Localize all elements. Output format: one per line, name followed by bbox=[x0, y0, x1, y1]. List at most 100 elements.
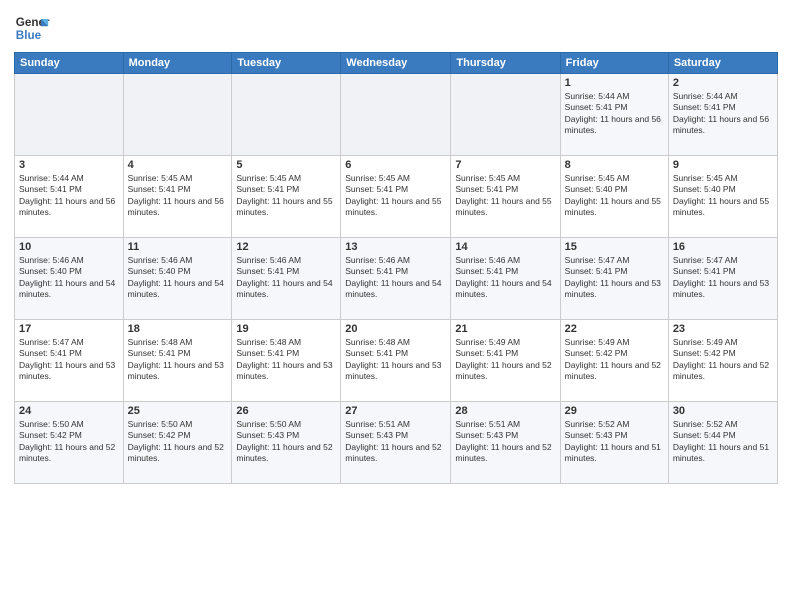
day-info: Sunrise: 5:49 AMSunset: 5:42 PMDaylight:… bbox=[673, 337, 773, 383]
day-info: Sunrise: 5:45 AMSunset: 5:41 PMDaylight:… bbox=[236, 173, 336, 219]
day-number: 19 bbox=[236, 323, 336, 335]
weekday-saturday: Saturday bbox=[668, 53, 777, 74]
day-info: Sunrise: 5:46 AMSunset: 5:40 PMDaylight:… bbox=[128, 255, 228, 301]
day-number: 30 bbox=[673, 405, 773, 417]
calendar-cell bbox=[15, 74, 124, 156]
day-number: 3 bbox=[19, 159, 119, 171]
day-number: 21 bbox=[455, 323, 555, 335]
week-row-2: 3 Sunrise: 5:44 AMSunset: 5:41 PMDaylight… bbox=[15, 156, 778, 238]
day-number: 12 bbox=[236, 241, 336, 253]
day-info: Sunrise: 5:46 AMSunset: 5:41 PMDaylight:… bbox=[236, 255, 336, 301]
weekday-sunday: Sunday bbox=[15, 53, 124, 74]
weekday-header-row: SundayMondayTuesdayWednesdayThursdayFrid… bbox=[15, 53, 778, 74]
day-number: 16 bbox=[673, 241, 773, 253]
calendar-container: General Blue SundayMondayTuesdayWednesda… bbox=[0, 0, 792, 492]
calendar-cell: 20 Sunrise: 5:48 AMSunset: 5:41 PMDayligh… bbox=[341, 320, 451, 402]
day-info: Sunrise: 5:48 AMSunset: 5:41 PMDaylight:… bbox=[128, 337, 228, 383]
calendar-cell: 30 Sunrise: 5:52 AMSunset: 5:44 PMDayligh… bbox=[668, 402, 777, 484]
day-number: 7 bbox=[455, 159, 555, 171]
week-row-5: 24 Sunrise: 5:50 AMSunset: 5:42 PMDayligh… bbox=[15, 402, 778, 484]
header: General Blue bbox=[14, 10, 778, 46]
calendar-cell: 1 Sunrise: 5:44 AMSunset: 5:41 PMDaylight… bbox=[560, 74, 668, 156]
day-number: 15 bbox=[565, 241, 664, 253]
day-info: Sunrise: 5:49 AMSunset: 5:41 PMDaylight:… bbox=[455, 337, 555, 383]
day-info: Sunrise: 5:52 AMSunset: 5:44 PMDaylight:… bbox=[673, 419, 773, 465]
day-number: 2 bbox=[673, 77, 773, 89]
calendar-cell: 8 Sunrise: 5:45 AMSunset: 5:40 PMDaylight… bbox=[560, 156, 668, 238]
day-info: Sunrise: 5:45 AMSunset: 5:41 PMDaylight:… bbox=[128, 173, 228, 219]
day-number: 22 bbox=[565, 323, 664, 335]
day-info: Sunrise: 5:46 AMSunset: 5:41 PMDaylight:… bbox=[455, 255, 555, 301]
logo-icon: General Blue bbox=[14, 10, 50, 46]
day-info: Sunrise: 5:50 AMSunset: 5:43 PMDaylight:… bbox=[236, 419, 336, 465]
calendar-cell: 10 Sunrise: 5:46 AMSunset: 5:40 PMDayligh… bbox=[15, 238, 124, 320]
day-number: 14 bbox=[455, 241, 555, 253]
calendar-cell: 21 Sunrise: 5:49 AMSunset: 5:41 PMDayligh… bbox=[451, 320, 560, 402]
day-number: 13 bbox=[345, 241, 446, 253]
week-row-4: 17 Sunrise: 5:47 AMSunset: 5:41 PMDayligh… bbox=[15, 320, 778, 402]
day-number: 10 bbox=[19, 241, 119, 253]
day-number: 5 bbox=[236, 159, 336, 171]
calendar-cell: 22Sunrise: 5:49 AMSunset: 5:42 PMDayligh… bbox=[560, 320, 668, 402]
day-info: Sunrise: 5:48 AMSunset: 5:41 PMDaylight:… bbox=[236, 337, 336, 383]
calendar-cell: 29Sunrise: 5:52 AMSunset: 5:43 PMDayligh… bbox=[560, 402, 668, 484]
day-number: 25 bbox=[128, 405, 228, 417]
day-info: Sunrise: 5:44 AMSunset: 5:41 PMDaylight:… bbox=[19, 173, 119, 219]
day-info: Sunrise: 5:47 AMSunset: 5:41 PMDaylight:… bbox=[673, 255, 773, 301]
calendar-cell: 11Sunrise: 5:46 AMSunset: 5:40 PMDayligh… bbox=[123, 238, 232, 320]
weekday-thursday: Thursday bbox=[451, 53, 560, 74]
calendar-cell: 27 Sunrise: 5:51 AMSunset: 5:43 PMDayligh… bbox=[341, 402, 451, 484]
day-number: 29 bbox=[565, 405, 664, 417]
calendar-cell: 13Sunrise: 5:46 AMSunset: 5:41 PMDayligh… bbox=[341, 238, 451, 320]
calendar-cell: 25 Sunrise: 5:50 AMSunset: 5:42 PMDayligh… bbox=[123, 402, 232, 484]
day-info: Sunrise: 5:50 AMSunset: 5:42 PMDaylight:… bbox=[128, 419, 228, 465]
day-info: Sunrise: 5:45 AMSunset: 5:40 PMDaylight:… bbox=[565, 173, 664, 219]
day-number: 28 bbox=[455, 405, 555, 417]
day-number: 20 bbox=[345, 323, 446, 335]
day-info: Sunrise: 5:44 AMSunset: 5:41 PMDaylight:… bbox=[673, 91, 773, 137]
calendar-table: SundayMondayTuesdayWednesdayThursdayFrid… bbox=[14, 52, 778, 484]
calendar-cell: 3 Sunrise: 5:44 AMSunset: 5:41 PMDaylight… bbox=[15, 156, 124, 238]
day-number: 1 bbox=[565, 77, 664, 89]
svg-text:Blue: Blue bbox=[16, 29, 42, 42]
day-info: Sunrise: 5:46 AMSunset: 5:40 PMDaylight:… bbox=[19, 255, 119, 301]
day-number: 9 bbox=[673, 159, 773, 171]
day-info: Sunrise: 5:45 AMSunset: 5:41 PMDaylight:… bbox=[455, 173, 555, 219]
calendar-cell: 26 Sunrise: 5:50 AMSunset: 5:43 PMDayligh… bbox=[232, 402, 341, 484]
day-info: Sunrise: 5:45 AMSunset: 5:41 PMDaylight:… bbox=[345, 173, 446, 219]
day-number: 26 bbox=[236, 405, 336, 417]
day-info: Sunrise: 5:45 AMSunset: 5:40 PMDaylight:… bbox=[673, 173, 773, 219]
calendar-cell: 6 Sunrise: 5:45 AMSunset: 5:41 PMDaylight… bbox=[341, 156, 451, 238]
calendar-cell: 17 Sunrise: 5:47 AMSunset: 5:41 PMDayligh… bbox=[15, 320, 124, 402]
day-number: 6 bbox=[345, 159, 446, 171]
calendar-cell bbox=[232, 74, 341, 156]
calendar-cell: 18Sunrise: 5:48 AMSunset: 5:41 PMDayligh… bbox=[123, 320, 232, 402]
day-number: 4 bbox=[128, 159, 228, 171]
day-info: Sunrise: 5:50 AMSunset: 5:42 PMDaylight:… bbox=[19, 419, 119, 465]
calendar-cell: 14 Sunrise: 5:46 AMSunset: 5:41 PMDayligh… bbox=[451, 238, 560, 320]
calendar-cell: 15 Sunrise: 5:47 AMSunset: 5:41 PMDayligh… bbox=[560, 238, 668, 320]
calendar-cell: 5 Sunrise: 5:45 AMSunset: 5:41 PMDaylight… bbox=[232, 156, 341, 238]
calendar-cell: 28 Sunrise: 5:51 AMSunset: 5:43 PMDayligh… bbox=[451, 402, 560, 484]
calendar-cell: 4 Sunrise: 5:45 AMSunset: 5:41 PMDaylight… bbox=[123, 156, 232, 238]
calendar-cell: 7 Sunrise: 5:45 AMSunset: 5:41 PMDaylight… bbox=[451, 156, 560, 238]
day-info: Sunrise: 5:48 AMSunset: 5:41 PMDaylight:… bbox=[345, 337, 446, 383]
day-info: Sunrise: 5:51 AMSunset: 5:43 PMDaylight:… bbox=[345, 419, 446, 465]
day-number: 8 bbox=[565, 159, 664, 171]
calendar-cell bbox=[341, 74, 451, 156]
calendar-cell: 12 Sunrise: 5:46 AMSunset: 5:41 PMDayligh… bbox=[232, 238, 341, 320]
day-number: 24 bbox=[19, 405, 119, 417]
calendar-cell: 19 Sunrise: 5:48 AMSunset: 5:41 PMDayligh… bbox=[232, 320, 341, 402]
calendar-cell: 9 Sunrise: 5:45 AMSunset: 5:40 PMDaylight… bbox=[668, 156, 777, 238]
day-info: Sunrise: 5:51 AMSunset: 5:43 PMDaylight:… bbox=[455, 419, 555, 465]
calendar-cell: 16 Sunrise: 5:47 AMSunset: 5:41 PMDayligh… bbox=[668, 238, 777, 320]
week-row-3: 10 Sunrise: 5:46 AMSunset: 5:40 PMDayligh… bbox=[15, 238, 778, 320]
day-info: Sunrise: 5:47 AMSunset: 5:41 PMDaylight:… bbox=[19, 337, 119, 383]
day-number: 27 bbox=[345, 405, 446, 417]
weekday-friday: Friday bbox=[560, 53, 668, 74]
weekday-monday: Monday bbox=[123, 53, 232, 74]
calendar-cell: 2 Sunrise: 5:44 AMSunset: 5:41 PMDaylight… bbox=[668, 74, 777, 156]
day-info: Sunrise: 5:47 AMSunset: 5:41 PMDaylight:… bbox=[565, 255, 664, 301]
day-number: 17 bbox=[19, 323, 119, 335]
day-info: Sunrise: 5:44 AMSunset: 5:41 PMDaylight:… bbox=[565, 91, 664, 137]
